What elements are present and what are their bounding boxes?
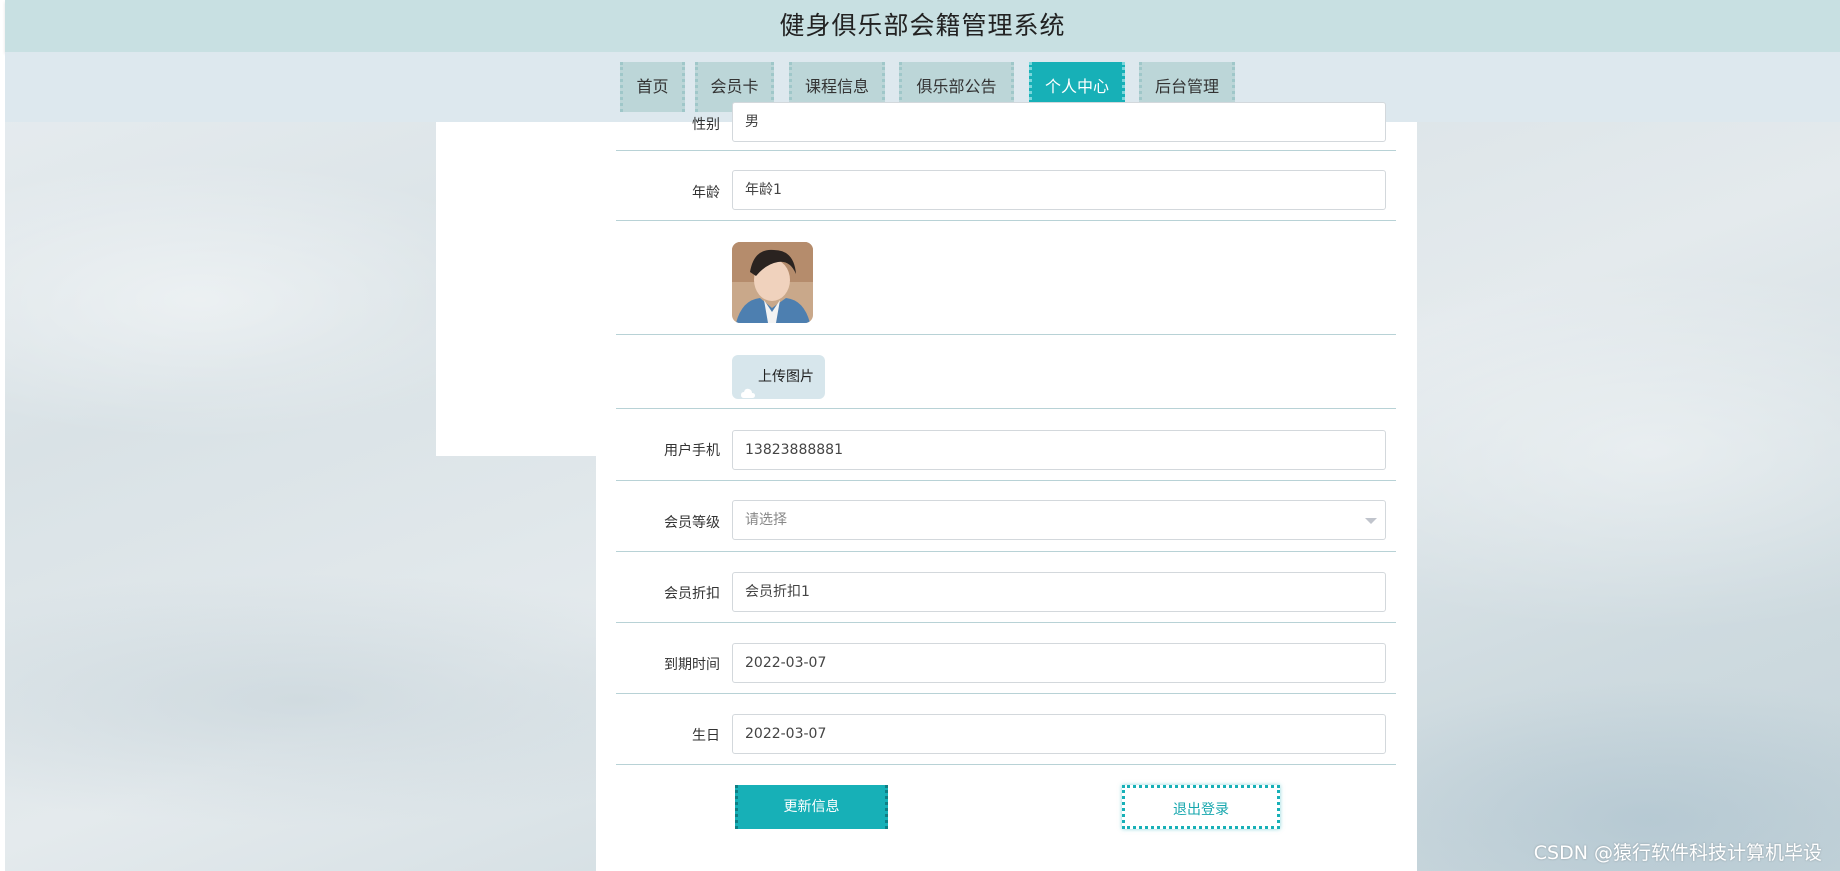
upload-image-button[interactable]: 上传图片 xyxy=(732,355,825,399)
form-row-age: 年龄 年龄1 xyxy=(616,150,1396,221)
form-row-phone: 用户手机 13823888881 xyxy=(616,408,1396,481)
logout-button[interactable]: 退出登录 xyxy=(1122,785,1280,829)
gender-select[interactable]: 男 xyxy=(732,102,1386,142)
form-row-discount: 会员折扣 会员折扣1 xyxy=(616,551,1396,623)
form-row-upload: 上传图片 xyxy=(616,334,1396,409)
phone-label: 用户手机 xyxy=(664,443,720,459)
age-label: 年龄 xyxy=(692,185,720,201)
discount-label: 会员折扣 xyxy=(664,586,720,602)
watermark: CSDN @猿行软件科技计算机毕设 xyxy=(1533,842,1822,864)
phone-input[interactable]: 13823888881 xyxy=(732,430,1386,470)
side-panel xyxy=(436,122,596,456)
form-row-birthday: 生日 2022-03-07 xyxy=(616,693,1396,765)
age-input[interactable]: 年龄1 xyxy=(732,170,1386,210)
cloud-upload-icon xyxy=(741,372,755,398)
update-info-button[interactable]: 更新信息 xyxy=(735,785,888,829)
level-placeholder: 请选择 xyxy=(745,512,787,528)
chevron-down-icon xyxy=(1365,518,1377,524)
header-bar: 健身俱乐部会籍管理系统 xyxy=(5,0,1840,52)
upload-label: 上传图片 xyxy=(758,369,814,385)
birthday-label: 生日 xyxy=(692,728,720,744)
level-select[interactable]: 请选择 xyxy=(732,500,1386,540)
birthday-date-input[interactable]: 2022-03-07 xyxy=(732,714,1386,754)
form-row-expire: 到期时间 2022-03-07 xyxy=(616,622,1396,694)
discount-input[interactable]: 会员折扣1 xyxy=(732,572,1386,612)
expire-label: 到期时间 xyxy=(664,657,720,673)
form-row-avatar xyxy=(616,220,1396,335)
expire-date-input[interactable]: 2022-03-07 xyxy=(732,643,1386,683)
app-title: 健身俱乐部会籍管理系统 xyxy=(779,11,1066,40)
level-label: 会员等级 xyxy=(664,515,720,531)
form-row-gender: 性别 男 xyxy=(616,102,1396,151)
gender-value: 男 xyxy=(745,114,759,130)
gender-label: 性别 xyxy=(692,117,720,133)
window-edge xyxy=(0,0,5,871)
avatar-image xyxy=(732,242,813,323)
form-row-level: 会员等级 请选择 xyxy=(616,480,1396,552)
